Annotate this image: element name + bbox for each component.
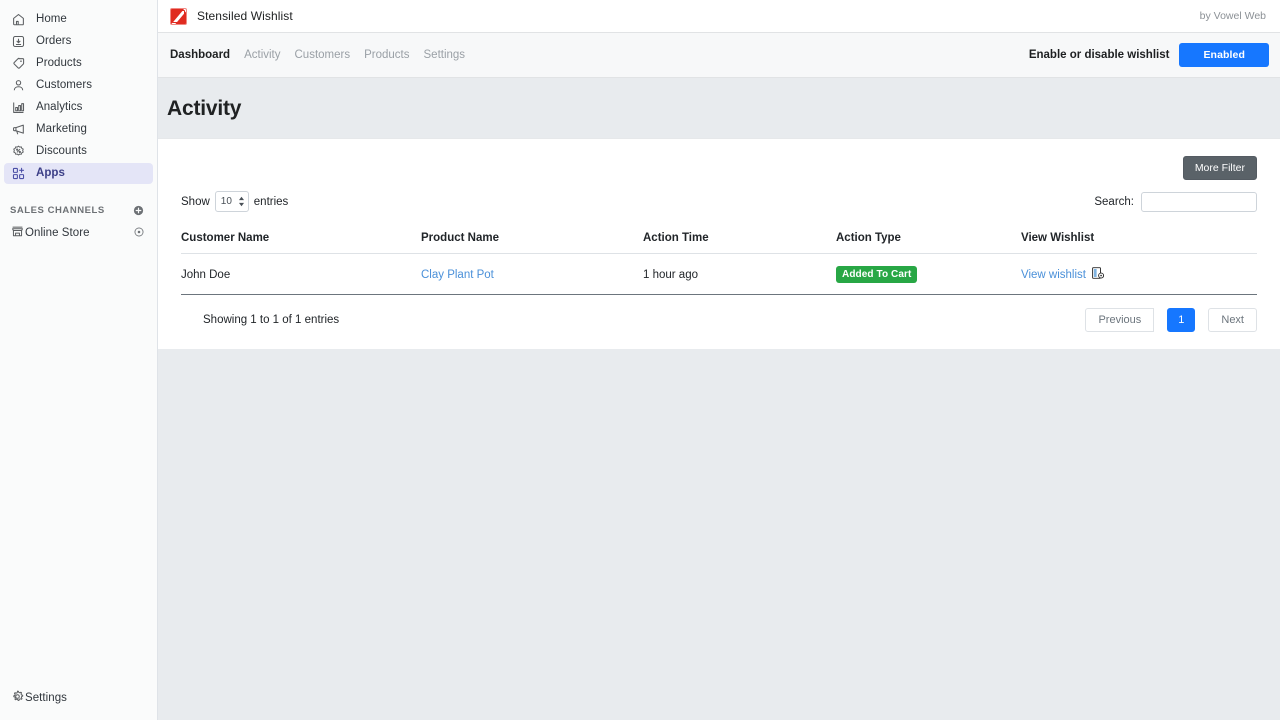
entries-select-value: 10 — [221, 196, 232, 207]
sales-channels-header: SALES CHANNELS — [0, 201, 157, 219]
tab-products[interactable]: Products — [364, 49, 409, 61]
wishlist-enabled-button[interactable]: Enabled — [1179, 43, 1269, 67]
app-byline: by Vowel Web — [1200, 10, 1266, 22]
column-header-view-wishlist: View Wishlist — [1021, 232, 1257, 254]
table-header-row: Customer Name Product Name Action Time A… — [181, 232, 1257, 254]
tag-icon — [10, 55, 27, 72]
tab-customers[interactable]: Customers — [295, 49, 351, 61]
sidebar-item-marketing[interactable]: Marketing — [4, 119, 153, 140]
app-root: Home Orders Products — [0, 0, 1280, 720]
discount-icon — [10, 143, 27, 160]
entries-label: entries — [254, 196, 289, 208]
column-header-customer-name: Customer Name — [181, 232, 421, 254]
orders-icon — [10, 33, 27, 50]
cell-action-type: Added To Cart — [836, 254, 1021, 295]
cell-action-time: 1 hour ago — [643, 254, 836, 295]
app-topbar: Stensiled Wishlist by Vowel Web — [158, 0, 1280, 33]
table-controls-row: Show 10 entries — [181, 191, 1257, 212]
view-wishlist-group: View wishlist — [1021, 267, 1257, 283]
wishlist-toggle-label: Enable or disable wishlist — [1029, 49, 1170, 61]
stepper-arrows-icon — [238, 196, 245, 207]
column-header-product-name: Product Name — [421, 232, 643, 254]
product-name-link[interactable]: Clay Plant Pot — [421, 269, 494, 281]
sidebar-nav-list: Home Orders Products — [0, 0, 157, 184]
sidebar-item-label: Marketing — [36, 124, 87, 136]
megaphone-icon — [10, 121, 27, 138]
pagination-next-button[interactable]: Next — [1208, 308, 1257, 332]
cell-product-name: Clay Plant Pot — [421, 254, 643, 295]
stensiled-logo-icon — [170, 8, 187, 25]
search-label: Search: — [1094, 196, 1134, 208]
app-title: Stensiled Wishlist — [197, 9, 293, 23]
sidebar-item-apps[interactable]: Apps — [4, 163, 153, 184]
search-input[interactable] — [1141, 192, 1257, 212]
more-filter-button[interactable]: More Filter — [1183, 156, 1257, 180]
sidebar-item-discounts[interactable]: Discounts — [4, 141, 153, 162]
cell-customer-name: John Doe — [181, 254, 421, 295]
table-row: John Doe Clay Plant Pot 1 hour ago Added… — [181, 254, 1257, 295]
sidebar-item-label: Online Store — [25, 228, 90, 240]
cell-view-wishlist: View wishlist — [1021, 254, 1257, 295]
apps-grid-icon — [10, 165, 27, 182]
search-control: Search: — [1094, 192, 1257, 212]
app-brand: Stensiled Wishlist — [170, 8, 293, 25]
page-title: Activity — [167, 97, 1280, 121]
sidebar-item-label: Customers — [36, 80, 92, 92]
activity-table-head: Customer Name Product Name Action Time A… — [181, 232, 1257, 254]
activity-card: More Filter Show 10 — [158, 138, 1280, 349]
column-header-action-type: Action Type — [836, 232, 1021, 254]
sidebar-item-label: Apps — [36, 168, 65, 180]
sidebar-item-label: Products — [36, 58, 82, 70]
pagination-previous-button[interactable]: Previous — [1085, 308, 1154, 332]
sidebar-item-orders[interactable]: Orders — [4, 31, 153, 52]
sales-channels-title: SALES CHANNELS — [10, 205, 105, 216]
pagination: Previous 1 Next — [1085, 308, 1257, 332]
sidebar-item-label: Discounts — [36, 146, 87, 158]
table-footer-row: Showing 1 to 1 of 1 entries Previous 1 N… — [181, 295, 1257, 349]
app-tabs: Dashboard Activity Customers Products Se… — [170, 49, 465, 61]
column-header-action-time: Action Time — [643, 232, 836, 254]
sidebar-item-label: Analytics — [36, 102, 82, 114]
show-entries-control: Show 10 entries — [181, 191, 288, 212]
entries-per-page-select[interactable]: 10 — [215, 191, 249, 212]
gear-icon — [10, 689, 25, 709]
person-icon — [10, 77, 27, 94]
plus-circle-icon[interactable] — [132, 204, 145, 217]
tab-dashboard[interactable]: Dashboard — [170, 49, 230, 61]
tab-activity[interactable]: Activity — [244, 49, 280, 61]
pagination-page-1[interactable]: 1 — [1167, 308, 1195, 332]
bar-chart-icon — [10, 99, 27, 116]
sidebar-item-label: Home — [36, 14, 67, 26]
view-wishlist-link[interactable]: View wishlist — [1021, 269, 1086, 281]
app-navbar: Dashboard Activity Customers Products Se… — [158, 33, 1280, 78]
sidebar-item-label: Settings — [25, 693, 67, 705]
activity-table: Customer Name Product Name Action Time A… — [181, 232, 1257, 295]
sidebar-item-settings[interactable]: Settings — [0, 688, 157, 710]
main-region: Stensiled Wishlist by Vowel Web Dashboar… — [158, 0, 1280, 720]
online-store-left: Online Store — [10, 224, 90, 244]
storefront-icon — [10, 224, 25, 244]
sidebar-item-home[interactable]: Home — [4, 9, 153, 30]
showing-entries-text: Showing 1 to 1 of 1 entries — [181, 314, 339, 326]
status-badge: Added To Cart — [836, 266, 917, 283]
activity-table-body: John Doe Clay Plant Pot 1 hour ago Added… — [181, 254, 1257, 295]
show-label: Show — [181, 196, 210, 208]
sidebar-item-products[interactable]: Products — [4, 53, 153, 74]
sidebar-item-customers[interactable]: Customers — [4, 75, 153, 96]
page-header: Activity — [158, 78, 1280, 138]
tab-settings[interactable]: Settings — [424, 49, 466, 61]
sidebar: Home Orders Products — [0, 0, 158, 720]
eye-icon[interactable] — [133, 225, 145, 243]
wishlist-toggle-area: Enable or disable wishlist Enabled — [1029, 43, 1269, 67]
activity-card-inner: More Filter Show 10 — [167, 148, 1271, 349]
sidebar-item-label: Orders — [36, 36, 71, 48]
sidebar-item-online-store[interactable]: Online Store — [4, 223, 153, 244]
home-icon — [10, 11, 27, 28]
clipboard-gear-icon[interactable] — [1092, 267, 1104, 283]
sidebar-item-analytics[interactable]: Analytics — [4, 97, 153, 118]
filter-row: More Filter — [181, 148, 1257, 180]
